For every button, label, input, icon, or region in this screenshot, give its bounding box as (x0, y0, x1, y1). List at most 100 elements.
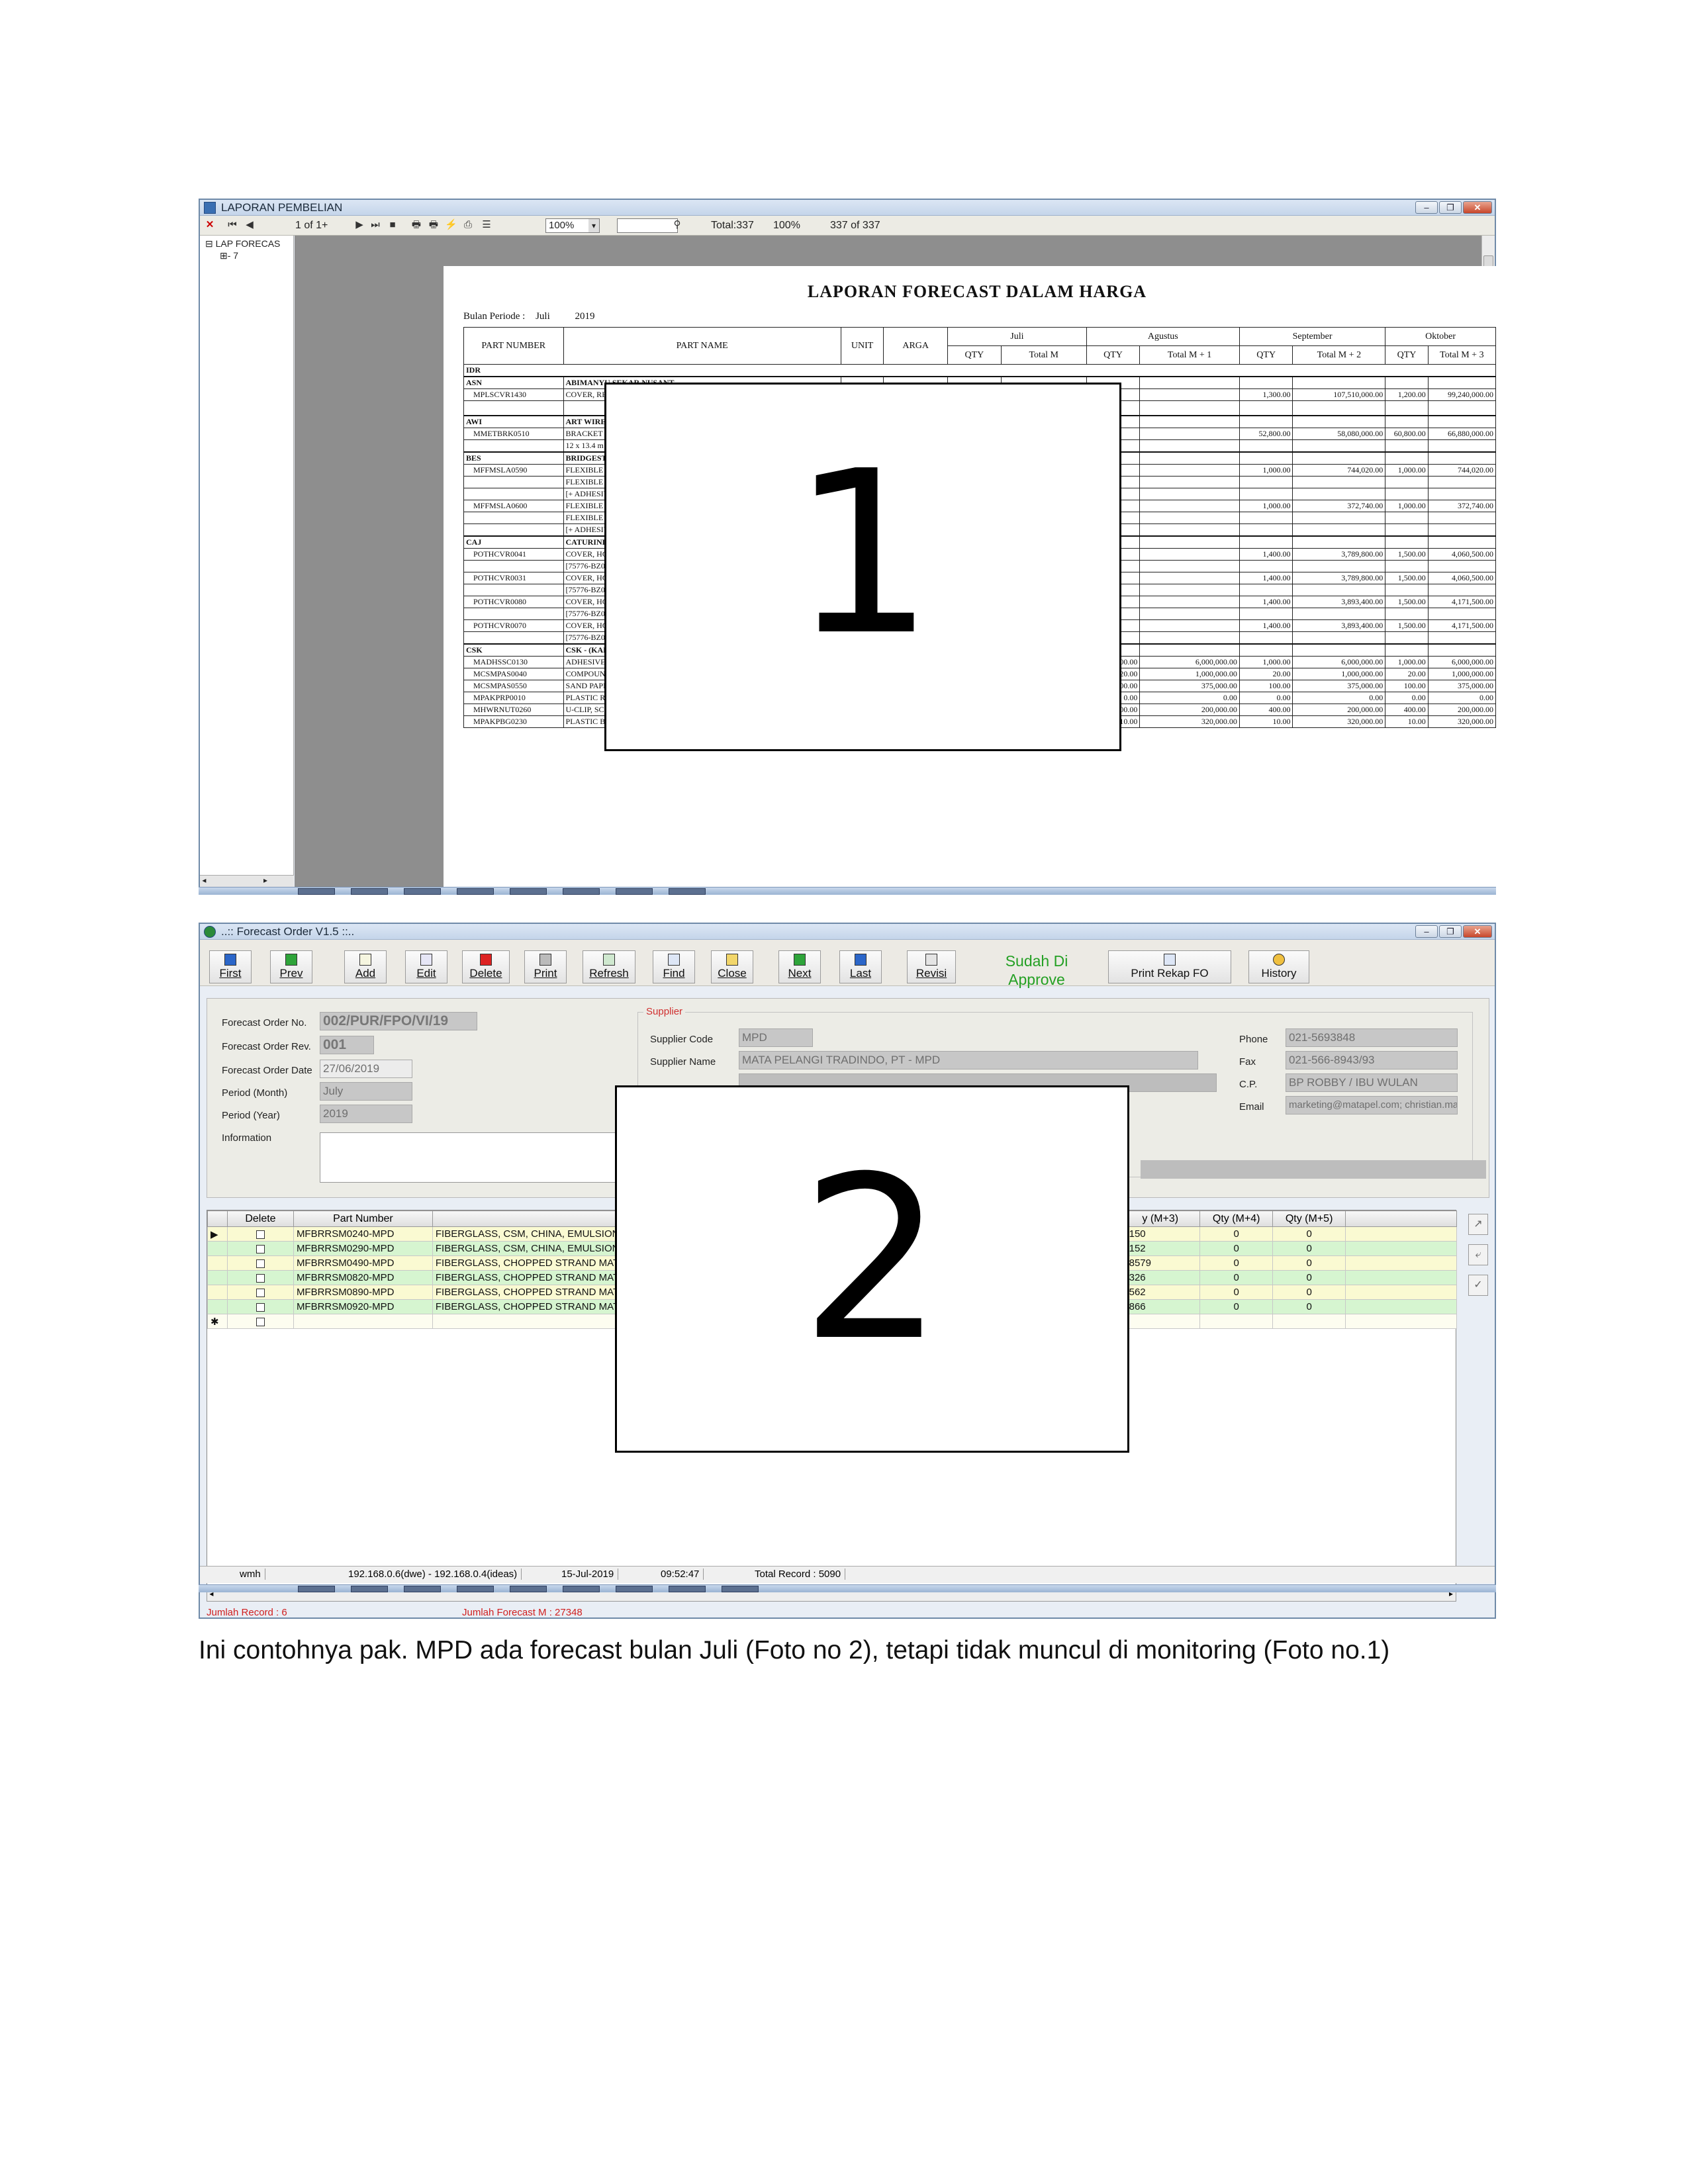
qty-m3-cell[interactable]: 5562 (1120, 1285, 1201, 1300)
part-number-cell[interactable]: MFBRRSM0890-MPD (293, 1285, 433, 1300)
qty-m5-cell[interactable] (1272, 1314, 1346, 1329)
supplier-code-field[interactable]: MPD (739, 1028, 813, 1047)
delete-cell[interactable] (226, 1255, 294, 1271)
close-button[interactable]: ✕ (1463, 925, 1492, 938)
group-tree-icon[interactable]: ☰ (481, 219, 492, 231)
close-button[interactable]: ✕ (1463, 201, 1492, 214)
add-button[interactable]: Add (344, 950, 387, 983)
delete-checkbox[interactable] (256, 1317, 265, 1326)
scroll-thumb[interactable] (1483, 255, 1493, 719)
fo-no-field[interactable]: 002/PUR/FPO/VI/19 (320, 1012, 477, 1030)
row-selector[interactable] (207, 1241, 228, 1256)
print-button[interactable]: Print (524, 950, 567, 983)
qty-m4-cell[interactable]: 0 (1199, 1255, 1274, 1271)
history-button[interactable]: History (1248, 950, 1309, 983)
qty-m3-cell[interactable]: 18579 (1120, 1255, 1201, 1271)
qty-m3-cell[interactable]: 2152 (1120, 1241, 1201, 1256)
search-text-input[interactable] (617, 218, 678, 233)
check-row-icon[interactable]: ✓ (1468, 1275, 1488, 1296)
delete-checkbox[interactable] (256, 1244, 265, 1253)
delete-cell[interactable] (226, 1226, 294, 1242)
restore-button[interactable]: ❐ (1439, 201, 1462, 214)
tree-child[interactable]: ⊞- 7 (220, 250, 238, 261)
phone-field[interactable]: 021-5693848 (1286, 1028, 1458, 1047)
row-selector[interactable] (207, 1285, 228, 1300)
stop-icon[interactable]: ■ (387, 219, 399, 231)
row-selector[interactable] (207, 1270, 228, 1285)
part-number-cell[interactable]: MFBRRSM0490-MPD (293, 1255, 433, 1271)
delete-cell[interactable] (226, 1241, 294, 1256)
report-vertical-scrollbar[interactable] (1481, 236, 1495, 888)
email-field[interactable]: marketing@matapel.com; christian.ma (1286, 1096, 1458, 1115)
delete-button[interactable]: Delete (462, 950, 510, 983)
fax-field[interactable]: 021-566-8943/93 (1286, 1051, 1458, 1069)
edit-row-icon[interactable]: ↗ (1468, 1214, 1488, 1235)
first-page-icon[interactable]: ⏮ (226, 219, 238, 231)
qty-m4-cell[interactable]: 0 (1199, 1299, 1274, 1314)
print-rekap-button[interactable]: Print Rekap FO (1108, 950, 1231, 983)
first-button[interactable]: First (209, 950, 252, 983)
binoculars-icon[interactable]: ⚲ (671, 219, 683, 231)
insert-row-icon[interactable]: ⤶ (1468, 1244, 1488, 1265)
close-form-button[interactable]: Close (711, 950, 753, 983)
qty-m5-cell[interactable]: 0 (1272, 1285, 1346, 1300)
row-selector[interactable]: ▶ (207, 1226, 228, 1242)
edit-button[interactable]: Edit (405, 950, 447, 983)
zoom-select[interactable]: 100% (545, 218, 600, 233)
part-number-cell[interactable] (293, 1314, 433, 1329)
revisi-button[interactable]: Revisi (907, 950, 956, 983)
col-qty-m5[interactable]: Qty (M+5) (1272, 1210, 1346, 1227)
col-qty-m4[interactable]: Qty (M+4) (1199, 1210, 1274, 1227)
qty-m4-cell[interactable]: 0 (1199, 1241, 1274, 1256)
qty-m3-cell[interactable]: 4866 (1120, 1299, 1201, 1314)
qty-m3-cell[interactable] (1120, 1314, 1201, 1329)
delete-checkbox[interactable] (256, 1273, 265, 1283)
qty-m3-cell[interactable]: 5150 (1120, 1226, 1201, 1242)
part-number-cell[interactable]: MFBRRSM0920-MPD (293, 1299, 433, 1314)
row-selector[interactable] (207, 1299, 228, 1314)
col-delete[interactable]: Delete (226, 1210, 294, 1227)
delete-checkbox[interactable] (256, 1288, 265, 1297)
last-page-icon[interactable]: ⏭ (369, 219, 381, 231)
qty-m4-cell[interactable] (1199, 1314, 1274, 1329)
delete-cell[interactable] (226, 1314, 294, 1329)
delete-cell[interactable] (226, 1285, 294, 1300)
part-number-cell[interactable]: MFBRRSM0240-MPD (293, 1226, 433, 1242)
qty-m4-cell[interactable]: 0 (1199, 1285, 1274, 1300)
minimize-button[interactable]: – (1415, 925, 1438, 938)
prev-button[interactable]: Prev (270, 950, 312, 983)
delete-cell[interactable] (226, 1270, 294, 1285)
fo-date-picker[interactable]: 27/06/2019 (320, 1060, 412, 1078)
restore-button[interactable]: ❐ (1439, 925, 1462, 938)
print-icon[interactable]: 🖶 (410, 219, 422, 231)
col-part-number[interactable]: Part Number (293, 1210, 433, 1227)
qty-m5-cell[interactable]: 0 (1272, 1255, 1346, 1271)
refresh-button[interactable]: Refresh (583, 950, 635, 983)
last-button[interactable]: Last (839, 950, 882, 983)
part-number-cell[interactable]: MFBRRSM0290-MPD (293, 1241, 433, 1256)
minimize-button[interactable]: – (1415, 201, 1438, 214)
col-qty-m3[interactable]: y (M+3) (1120, 1210, 1201, 1227)
information-textarea[interactable] (320, 1132, 623, 1183)
tree-horizontal-scrollbar[interactable]: ◂ ▸ (200, 875, 294, 888)
delete-checkbox[interactable] (256, 1302, 265, 1312)
close-report-icon[interactable]: ✕ (204, 219, 216, 231)
part-number-cell[interactable]: MFBRRSM0820-MPD (293, 1270, 433, 1285)
tree-root[interactable]: ⊟ LAP FORECAS (205, 238, 280, 250)
prev-page-icon[interactable]: ◀ (244, 219, 256, 231)
qty-m5-cell[interactable]: 0 (1272, 1226, 1346, 1242)
export-icon[interactable]: ⎙ (462, 219, 474, 231)
next-page-icon[interactable]: ▶ (353, 219, 365, 231)
qty-m5-cell[interactable]: 0 (1272, 1241, 1346, 1256)
qty-m3-cell[interactable]: 9326 (1120, 1270, 1201, 1285)
month-field[interactable]: July (320, 1082, 412, 1101)
delete-checkbox[interactable] (256, 1259, 265, 1268)
qty-m4-cell[interactable]: 0 (1199, 1270, 1274, 1285)
qty-m5-cell[interactable]: 0 (1272, 1270, 1346, 1285)
refresh-icon[interactable]: ⚡ (445, 219, 457, 231)
find-button[interactable]: Find (653, 950, 695, 983)
supplier-name-field[interactable]: MATA PELANGI TRADINDO, PT - MPD (739, 1051, 1198, 1069)
cp-field[interactable]: BP ROBBY / IBU WULAN (1286, 1073, 1458, 1092)
year-field[interactable]: 2019 (320, 1105, 412, 1123)
next-button[interactable]: Next (778, 950, 821, 983)
